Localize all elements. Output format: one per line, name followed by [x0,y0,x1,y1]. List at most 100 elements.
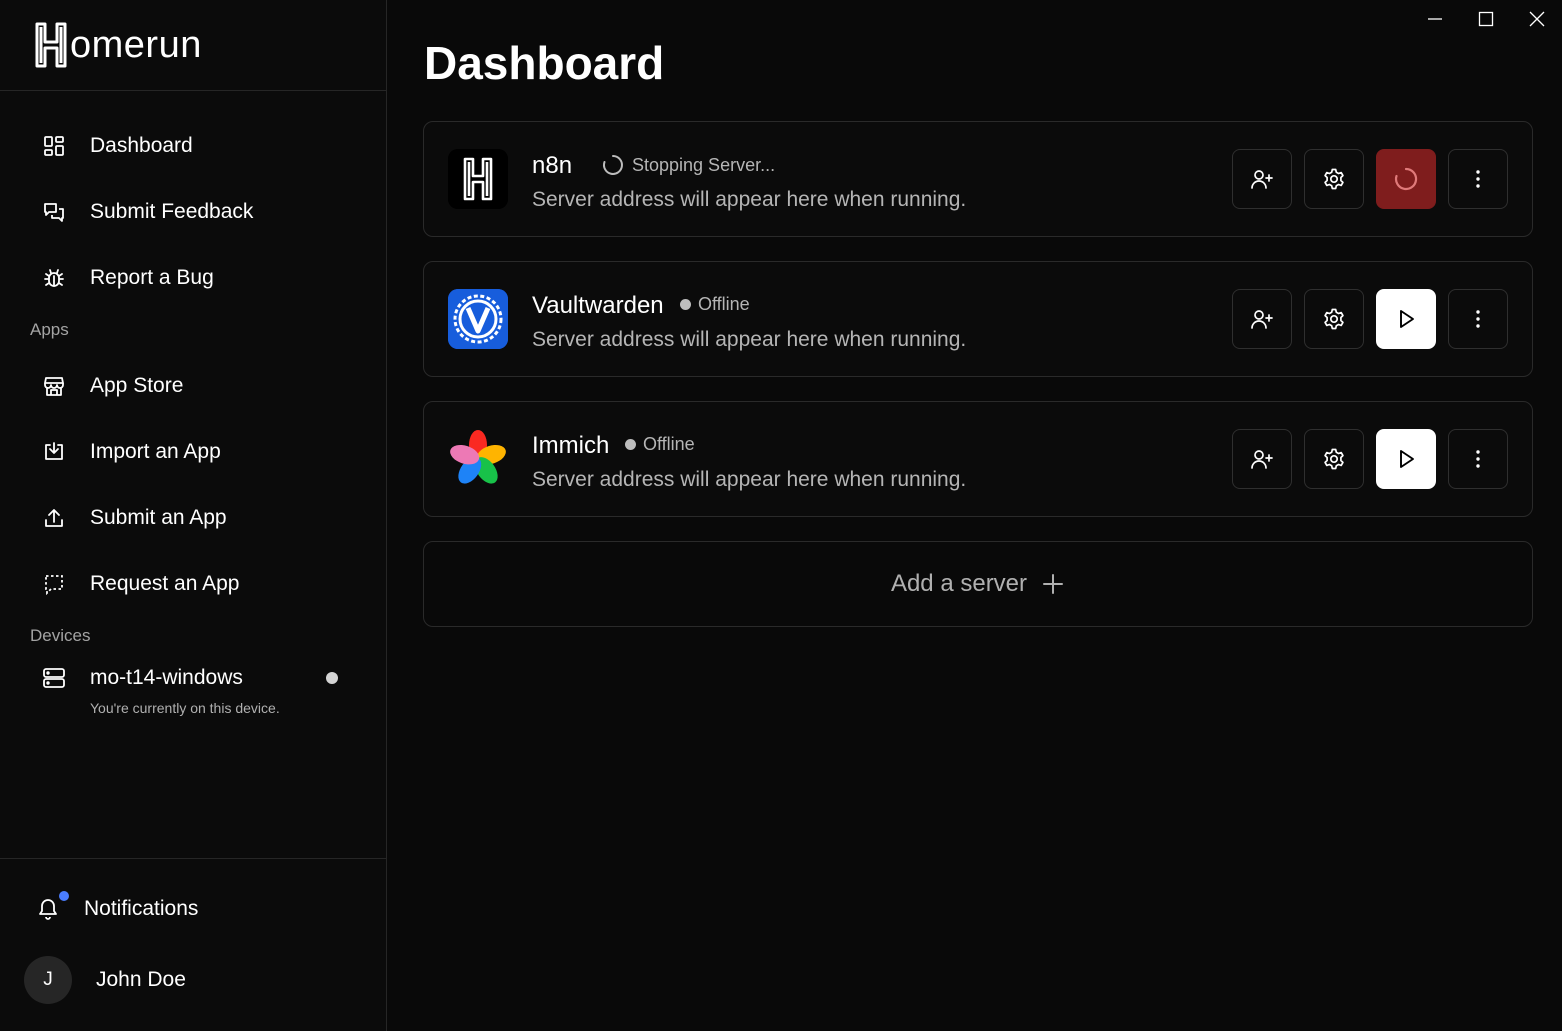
settings-button[interactable] [1304,429,1364,489]
server-address: Server address will appear here when run… [532,328,967,351]
device-status-dot [326,672,338,684]
server-name: n8n [532,152,573,179]
server-status-text: Offline [698,294,750,314]
add-server-label: Add a server [890,570,1028,597]
status-dot [680,299,691,310]
maximize-icon [1478,11,1493,27]
sidebar-footer: Notifications J John Doe [0,858,386,1031]
minimize-button[interactable] [1409,0,1460,38]
server-status-text: Stopping Server... [632,154,776,175]
server-card-n8n: n8n Stopping Server... Server address wi… [423,121,1533,237]
spinner-icon [1394,167,1418,191]
gear-icon [1324,168,1344,190]
sidebar-item-request-app[interactable]: Request an App [0,562,386,606]
add-user-button[interactable] [1232,429,1292,489]
more-vertical-icon [1476,450,1480,468]
bell-icon [36,891,69,921]
request-icon [42,572,66,596]
start-server-button[interactable] [1376,289,1436,349]
more-options-button[interactable] [1448,429,1508,489]
sidebar-item-label: Import an App [90,440,221,463]
gear-icon [1324,448,1344,470]
play-icon [1400,450,1414,468]
server-actions [1232,429,1508,489]
server-status: Stopping Server... [602,154,775,176]
user-plus-icon [1251,170,1273,189]
plus-icon [1041,572,1065,596]
server-address: Server address will appear here when run… [532,468,967,491]
server-status-text: Offline [643,434,695,454]
server-name: Vaultwarden [532,292,664,319]
import-icon [42,440,66,464]
store-icon [42,374,66,398]
window-controls [1409,0,1562,38]
sidebar: omerun Dashboard Submit Feedback Report … [0,0,387,1031]
notifications-label: Notifications [84,897,199,920]
maximize-button[interactable] [1460,0,1511,38]
sidebar-item-dashboard[interactable]: Dashboard [0,124,386,168]
add-server-button[interactable]: Add a server [423,541,1533,627]
server-name: Immich [532,432,610,459]
homerun-logo[interactable]: omerun [34,21,202,69]
user-plus-icon [1251,310,1273,329]
spinner-icon [603,155,623,175]
apps-section-label: Apps [30,320,69,339]
user-profile[interactable]: J John Doe [24,956,186,1004]
logo-area: omerun [0,0,386,91]
sidebar-item-label: Report a Bug [90,266,214,289]
brand-name: omerun [70,23,202,66]
page-title: Dashboard [424,37,665,89]
server-actions [1232,289,1508,349]
sidebar-item-import-app[interactable]: Import an App [0,430,386,474]
play-icon [1400,310,1414,328]
bug-icon [42,266,66,290]
server-address: Server address will appear here when run… [532,188,967,211]
notification-badge [59,891,69,901]
gear-icon [1324,308,1344,330]
more-options-button[interactable] [1448,149,1508,209]
add-user-button[interactable] [1232,289,1292,349]
sidebar-item-submit-app[interactable]: Submit an App [0,496,386,540]
device-subtitle: You're currently on this device. [90,700,280,716]
vaultwarden-app-icon [448,289,508,349]
server-card-immich: Immich Offline Server address will appea… [423,401,1533,517]
server-icon [42,666,66,695]
server-status: Offline [625,434,695,455]
settings-button[interactable] [1304,149,1364,209]
devices-section-label: Devices [30,626,91,645]
status-dot [625,439,636,450]
avatar: J [24,956,72,1004]
start-server-button[interactable] [1376,429,1436,489]
immich-app-icon [448,429,508,489]
homerun-h-icon [35,22,67,68]
dashboard-icon [42,134,66,158]
settings-button[interactable] [1304,289,1364,349]
more-vertical-icon [1476,310,1480,328]
user-plus-icon [1251,450,1273,469]
sidebar-item-app-store[interactable]: App Store [0,364,386,408]
close-icon [1529,11,1544,27]
add-user-button[interactable] [1232,149,1292,209]
upload-icon [42,506,66,530]
feedback-icon [42,200,66,224]
minimize-icon [1427,18,1442,20]
more-vertical-icon [1476,170,1480,188]
sidebar-item-label: Request an App [90,572,240,595]
notifications-button[interactable]: Notifications [36,889,198,929]
server-status: Offline [680,294,750,315]
sidebar-item-label: Submit an App [90,506,227,529]
sidebar-item-report-bug[interactable]: Report a Bug [0,256,386,300]
sidebar-item-label: Submit Feedback [90,200,254,223]
sidebar-item-label: Dashboard [90,134,193,157]
server-actions [1232,149,1508,209]
more-options-button[interactable] [1448,289,1508,349]
sidebar-item-submit-feedback[interactable]: Submit Feedback [0,190,386,234]
device-name: mo-t14-windows [90,666,243,689]
stopping-button[interactable] [1376,149,1436,209]
main-content: Dashboard n8n Stopping Server... Server … [388,0,1562,1031]
close-button[interactable] [1511,0,1562,38]
device-item[interactable]: mo-t14-windows You're currently on this … [0,660,386,724]
user-name: John Doe [96,968,186,991]
sidebar-item-label: App Store [90,374,184,397]
server-card-vaultwarden: Vaultwarden Offline Server address will … [423,261,1533,377]
